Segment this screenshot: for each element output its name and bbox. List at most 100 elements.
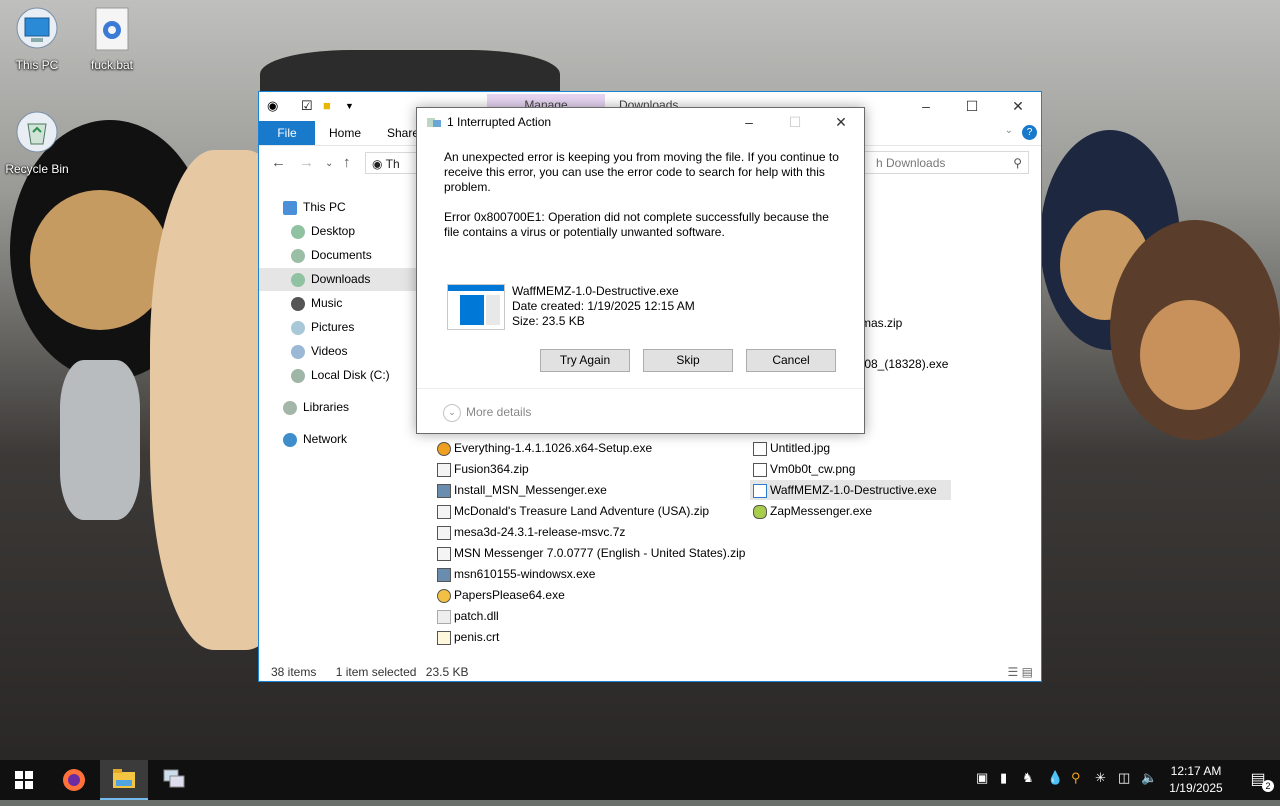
taskbar-clock[interactable]: 12:17 AM 1/19/2025: [1160, 763, 1232, 797]
search-app-icon: [437, 441, 451, 456]
start-button[interactable]: [0, 760, 48, 800]
image-file-icon: [753, 462, 767, 477]
file-item[interactable]: mesa3d-24.3.1-release-msvc.7z: [437, 522, 625, 542]
large-icons-view-icon[interactable]: ▤: [1022, 665, 1033, 679]
cancel-button[interactable]: Cancel: [746, 349, 836, 372]
error-message: An unexpected error is keeping you from …: [444, 150, 839, 194]
help-icon[interactable]: ?: [1022, 125, 1037, 140]
tray-volume-icon[interactable]: 🔈: [1141, 770, 1157, 786]
network-neighborhood-icon: [163, 769, 185, 788]
desktop-icon-batch-file[interactable]: fuck.bat: [73, 6, 151, 72]
skip-button[interactable]: Skip: [643, 349, 733, 372]
file-item[interactable]: msn610155-windowsx.exe: [437, 564, 595, 584]
maximize-button[interactable]: ☐: [949, 92, 995, 121]
nav-item-libraries[interactable]: Libraries: [259, 396, 439, 419]
tray-security-icon[interactable]: ▣: [976, 770, 988, 786]
address-location-icon: ◉: [372, 157, 383, 171]
installer-icon: [437, 567, 451, 582]
certificate-icon: [437, 630, 451, 645]
monitor-icon: [283, 200, 297, 215]
desktop-icon-label: This PC: [15, 58, 59, 72]
clock-date: 1/19/2025: [1169, 781, 1223, 795]
file-item[interactable]: Fusion364.zip: [437, 459, 529, 479]
zip-file-icon: [437, 546, 451, 561]
explorer-app-icon: ◉: [267, 98, 279, 113]
view-toggle: ☰ ▤: [1008, 665, 1033, 679]
ribbon-tab-file[interactable]: File: [259, 121, 315, 145]
file-item[interactable]: patch.dll: [437, 606, 499, 626]
dialog-titlebar[interactable]: 1 Interrupted Action – ☐ ✕: [417, 108, 864, 137]
forward-arrow-icon[interactable]: →: [299, 154, 314, 171]
more-details-toggle[interactable]: ⌄ More details: [443, 404, 531, 422]
tray-network-icon[interactable]: ◫: [1118, 770, 1130, 786]
recent-locations-icon[interactable]: ⌄: [325, 158, 333, 169]
file-item[interactable]: penis.crt: [437, 627, 499, 647]
file-item[interactable]: McDonald's Treasure Land Adventure (USA)…: [437, 501, 709, 521]
start-icon: [15, 771, 33, 789]
archive-file-icon: [437, 525, 451, 540]
download-folder-icon: [291, 272, 305, 287]
file-item[interactable]: MSN Messenger 7.0.0777 (English - United…: [437, 543, 745, 563]
desktop-icon-this-pc[interactable]: This PC: [0, 6, 76, 72]
interrupted-action-dialog: 1 Interrupted Action – ☐ ✕ An unexpected…: [416, 107, 865, 434]
status-bar: 38 items 1 item selected 23.5 KB: [271, 665, 484, 679]
notification-badge: 2: [1262, 780, 1274, 792]
folder-icon: [291, 248, 305, 263]
dialog-close-button[interactable]: ✕: [818, 108, 864, 137]
file-item[interactable]: Everything-1.4.1.1026.x64-Setup.exe: [437, 438, 652, 458]
file-size: Size: 23.5 KB: [512, 314, 585, 328]
search-placeholder: h Downloads: [876, 156, 946, 170]
image-file-icon: [753, 441, 767, 456]
item-count: 38 items: [271, 665, 317, 679]
taskbar-firefox[interactable]: [50, 760, 98, 800]
taskbar-network-neighborhood[interactable]: [150, 760, 198, 800]
expand-ribbon-icon[interactable]: ⌄: [1005, 125, 1013, 136]
action-center-button[interactable]: ▤ 2: [1236, 760, 1280, 800]
error-code-text: Error 0x800700E1: Operation did not comp…: [444, 210, 829, 239]
firefox-icon: [63, 769, 85, 791]
selection-count: 1 item selected: [335, 665, 417, 679]
zip-file-icon: [437, 462, 451, 477]
file-info: WaffMEMZ-1.0-Destructive.exe Date create…: [447, 284, 827, 334]
customize-toolbar-icon[interactable]: ▼: [345, 101, 354, 111]
tray-drop-icon[interactable]: 💧: [1047, 770, 1063, 786]
tray-battery-icon[interactable]: ▮: [1000, 770, 1007, 786]
new-folder-icon[interactable]: ■: [323, 98, 331, 113]
file-item-selected[interactable]: WaffMEMZ-1.0-Destructive.exe: [750, 480, 951, 500]
details-view-icon[interactable]: ☰: [1008, 665, 1019, 679]
file-item[interactable]: ZapMessenger.exe: [753, 501, 872, 521]
file-item[interactable]: PapersPlease64.exe: [437, 585, 565, 605]
search-box[interactable]: h Downloads ⚲: [839, 151, 1029, 174]
properties-icon[interactable]: ☑: [301, 98, 313, 114]
nav-item-this-pc[interactable]: This PC: [259, 196, 439, 219]
desktop-icon-label: Recycle Bin: [5, 162, 69, 176]
dialog-maximize-button: ☐: [788, 114, 802, 130]
file-item-partial[interactable]: .08_(18328).exe: [861, 354, 948, 374]
desktop-icon-label: fuck.bat: [90, 58, 134, 72]
dialog-title: 1 Interrupted Action: [447, 115, 552, 129]
file-move-icon: [427, 118, 441, 127]
taskbar: ▣ ▮ ♞ 💧 ⚲ ✳ ◫ 🔈 12:17 AM 1/19/2025 ▤ 2: [0, 760, 1280, 800]
file-item[interactable]: Untitled.jpg: [753, 438, 830, 458]
taskbar-file-explorer[interactable]: [100, 760, 148, 800]
zip-file-icon: [437, 504, 451, 519]
nav-item-network[interactable]: Network: [259, 428, 439, 451]
close-button[interactable]: ✕: [995, 92, 1041, 121]
pictures-icon: [291, 320, 305, 335]
dll-file-icon: [437, 609, 451, 624]
dialog-minimize-button[interactable]: –: [726, 108, 772, 137]
ribbon-tab-home[interactable]: Home: [317, 121, 373, 145]
minimize-button[interactable]: –: [903, 92, 949, 121]
back-arrow-icon[interactable]: ←: [271, 154, 286, 171]
desktop-icon-recycle-bin[interactable]: Recycle Bin: [0, 110, 76, 176]
file-item-partial[interactable]: mas.zip: [861, 313, 902, 333]
up-arrow-icon[interactable]: ↑: [343, 154, 351, 171]
game-app-icon: [437, 588, 451, 603]
file-item[interactable]: Install_MSN_Messenger.exe: [437, 480, 607, 500]
tray-asterisk-icon[interactable]: ✳: [1095, 770, 1106, 786]
address-text: Th: [385, 157, 400, 171]
tray-people-icon[interactable]: ♞: [1022, 770, 1034, 786]
file-item[interactable]: Vm0b0t_cw.png: [753, 459, 855, 479]
tray-search-everything-icon[interactable]: ⚲: [1071, 770, 1081, 786]
try-again-button[interactable]: Try Again: [540, 349, 630, 372]
